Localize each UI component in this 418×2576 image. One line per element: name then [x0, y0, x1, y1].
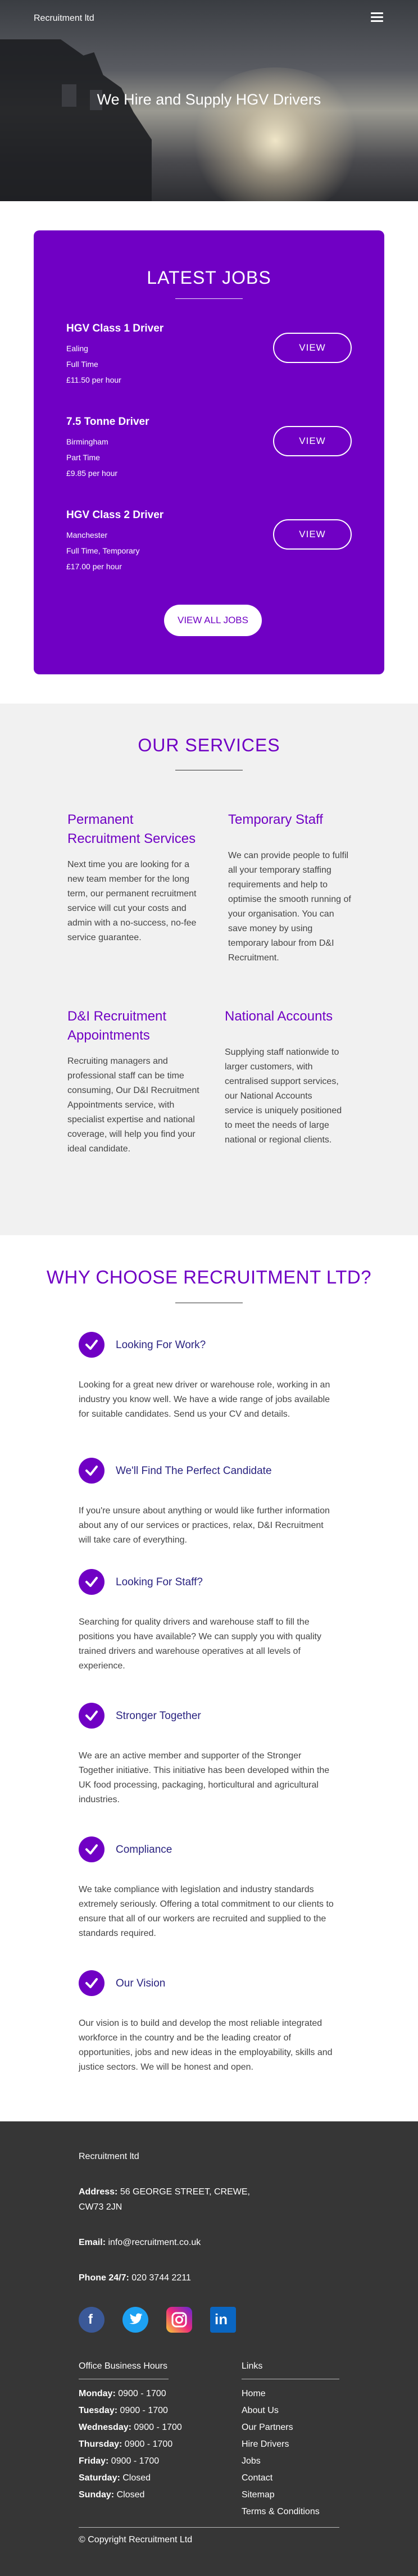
footer-link-about[interactable]: About Us: [242, 2402, 320, 2419]
menu-icon[interactable]: [371, 12, 383, 22]
latest-jobs-heading: LATEST JOBS: [147, 267, 271, 288]
twitter-icon[interactable]: [122, 2307, 148, 2333]
footer-link-terms[interactable]: Terms & Conditions: [242, 2504, 320, 2520]
hero-banner: Recruitment ltd We Hire and Supply HGV D…: [0, 0, 418, 201]
service-title: National Accounts: [225, 1009, 333, 1024]
job-listing: HGV Class 1 Driver Ealing Full Time £11.…: [66, 323, 352, 384]
footer-link-contact[interactable]: Contact: [242, 2470, 320, 2487]
footer-link-home[interactable]: Home: [242, 2385, 320, 2402]
service-item: Permanent Recruitment Services Next time…: [67, 810, 202, 945]
job-pay: £17.00 per hour: [66, 562, 122, 571]
view-job-button[interactable]: VIEW: [273, 426, 352, 456]
view-job-button[interactable]: VIEW: [273, 519, 352, 550]
service-text: We can provide people to fulfil all your…: [228, 851, 351, 963]
footer-link-partners[interactable]: Our Partners: [242, 2419, 320, 2436]
social-links: f in: [79, 2307, 247, 2333]
job-pay: £11.50 per hour: [66, 375, 121, 384]
service-text: Supplying staff nationwide to larger cus…: [225, 1047, 342, 1145]
address-line1: 56 GEORGE STREET, CREWE,: [120, 2187, 250, 2197]
site-logo[interactable]: Recruitment ltd: [34, 13, 94, 24]
hours-row: Monday: 0900 - 1700: [79, 2389, 166, 2398]
reason-title: We'll Find The Perfect Candidate: [116, 1465, 272, 1477]
address-label: Address:: [79, 2187, 118, 2197]
service-item: Temporary Staff We can provide people to…: [228, 810, 352, 965]
check-icon: [79, 1970, 104, 1996]
view-job-button[interactable]: VIEW: [273, 333, 352, 363]
footer-company: Recruitment ltd: [79, 2152, 139, 2161]
service-title: Permanent Recruitment Services: [67, 812, 196, 846]
hours-row: Friday: 0900 - 1700: [79, 2456, 160, 2466]
view-all-jobs-button[interactable]: VIEW ALL JOBS: [164, 605, 262, 636]
hours-heading: Office Business Hours: [79, 2361, 167, 2371]
hours-list: Monday: 0900 - 1700 Tuesday: 0900 - 1700…: [79, 2385, 182, 2504]
linkedin-icon[interactable]: in: [210, 2307, 236, 2333]
divider: [79, 2527, 339, 2528]
footer-email: Email: info@recruitment.co.uk: [79, 2237, 201, 2249]
services-section: OUR SERVICES Permanent Recruitment Servi…: [0, 704, 418, 1235]
instagram-icon[interactable]: [166, 2307, 192, 2333]
reason-text: Searching for quality drivers and wareho…: [79, 1617, 321, 1671]
service-item: National Accounts Supplying staff nation…: [225, 1007, 343, 1148]
reason-title: Looking For Staff?: [116, 1576, 203, 1588]
service-title: Temporary Staff: [228, 812, 323, 827]
building-silhouette: [0, 39, 152, 201]
service-title: D&I Recruitment Appointments: [67, 1009, 167, 1043]
copyright: © Copyright Recruitment Ltd: [79, 2535, 193, 2545]
hero-title: We Hire and Supply HGV Drivers: [97, 91, 321, 108]
reason-text: Looking for a great new driver or wareho…: [79, 1380, 330, 1419]
latest-jobs-section: LATEST JOBS HGV Class 1 Driver Ealing Fu…: [0, 201, 418, 704]
email-label: Email:: [79, 2238, 106, 2247]
job-listing: HGV Class 2 Driver Manchester Full Time,…: [66, 509, 352, 571]
services-heading: OUR SERVICES: [138, 735, 280, 755]
latest-jobs-card: LATEST JOBS HGV Class 1 Driver Ealing Fu…: [34, 230, 384, 674]
reason-text: We are an active member and supporter of…: [79, 1751, 330, 1804]
divider: [175, 298, 243, 299]
facebook-icon[interactable]: f: [79, 2307, 104, 2333]
sunlight-glow: [185, 67, 365, 201]
footer-links: Home About Us Our Partners Hire Drivers …: [242, 2385, 320, 2520]
footer-link-hire-drivers[interactable]: Hire Drivers: [242, 2436, 320, 2453]
check-icon: [79, 1458, 104, 1484]
site-footer: Recruitment ltd Address: 56 GEORGE STREE…: [0, 2121, 418, 2576]
links-heading: Links: [242, 2361, 263, 2371]
hours-row: Wednesday: 0900 - 1700: [79, 2423, 182, 2432]
why-heading: WHY CHOOSE RECRUITMENT LTD?: [46, 1267, 372, 1287]
reason-text: If you're unsure about anything or would…: [79, 1506, 330, 1545]
footer-address: Address: 56 GEORGE STREET, CREWE,: [79, 2186, 250, 2198]
job-pay: £9.85 per hour: [66, 469, 118, 478]
job-listing: 7.5 Tonne Driver Birmingham Part Time £9…: [66, 416, 352, 478]
footer-link-sitemap[interactable]: Sitemap: [242, 2487, 320, 2504]
address-line2: CW73 2JN: [79, 2202, 122, 2212]
reason-text: Our vision is to build and develop the m…: [79, 2019, 333, 2072]
hours-row: Sunday: Closed: [79, 2490, 145, 2500]
phone-label: Phone 24/7:: [79, 2273, 129, 2283]
check-icon: [79, 1569, 104, 1595]
service-text: Recruiting managers and professional sta…: [67, 1056, 199, 1154]
service-item: D&I Recruitment Appointments Recruiting …: [67, 1007, 202, 1157]
reason-title: Compliance: [116, 1844, 172, 1856]
reason-title: Our Vision: [116, 1978, 166, 1989]
phone-link[interactable]: 020 3744 2211: [131, 2273, 191, 2283]
reason-title: Stronger Together: [116, 1710, 201, 1722]
service-text: Next time you are looking for a new team…: [67, 860, 197, 942]
hours-row: Thursday: 0900 - 1700: [79, 2439, 173, 2449]
reason-title: Looking For Work?: [116, 1339, 206, 1351]
footer-phone: Phone 24/7: 020 3744 2211: [79, 2272, 191, 2284]
check-icon: [79, 1332, 104, 1358]
hours-row: Saturday: Closed: [79, 2473, 151, 2483]
reason-text: We take compliance with legislation and …: [79, 1885, 334, 1938]
check-icon: [79, 1703, 104, 1729]
footer-link-jobs[interactable]: Jobs: [242, 2453, 320, 2470]
why-choose-section: WHY CHOOSE RECRUITMENT LTD? Looking For …: [0, 1235, 418, 2121]
hours-row: Tuesday: 0900 - 1700: [79, 2406, 168, 2415]
check-icon: [79, 1836, 104, 1862]
email-link[interactable]: info@recruitment.co.uk: [108, 2238, 201, 2247]
